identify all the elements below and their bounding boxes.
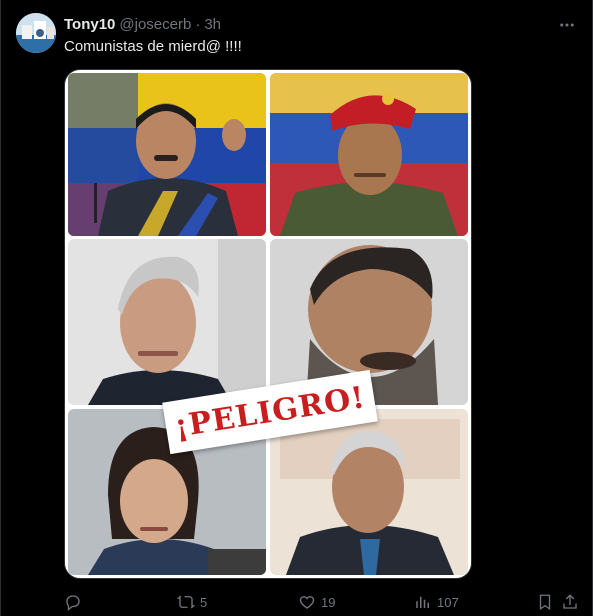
tweet-media-image[interactable]: ¡PELIGRO! — [64, 69, 472, 579]
retweet-count: 5 — [200, 594, 208, 610]
heart-icon — [299, 596, 315, 609]
share-icon — [563, 594, 577, 609]
timestamp[interactable]: 3h — [204, 16, 221, 33]
reply-icon — [66, 595, 80, 611]
photo-panel — [68, 73, 266, 236]
tweet-actions: 5 19 107 — [64, 592, 577, 612]
photo-panel — [270, 409, 468, 575]
bookmark-button[interactable] — [536, 592, 554, 612]
more-horizontal-icon[interactable] — [555, 13, 579, 37]
user-handle[interactable]: @josecerb — [119, 16, 191, 33]
like-button[interactable]: 19 — [298, 592, 335, 612]
like-count: 19 — [321, 594, 336, 610]
views-count: 107 — [437, 594, 459, 610]
share-button[interactable] — [561, 592, 579, 612]
views-button[interactable]: 107 — [414, 592, 459, 612]
display-name[interactable]: Tony10 — [64, 16, 115, 33]
separator-dot: · — [195, 15, 201, 33]
photo-panel — [270, 73, 468, 236]
retweet-icon — [177, 595, 195, 609]
tweet-header: Tony10 @josecerb · 3h — [64, 14, 577, 34]
tweet-text: Comunistas de mierd@ !!!! — [64, 38, 242, 55]
views-icon — [416, 596, 429, 608]
column-border-left — [0, 0, 1, 616]
bookmark-icon — [539, 594, 551, 611]
reply-button[interactable] — [64, 592, 82, 612]
avatar[interactable] — [16, 13, 56, 53]
retweet-button[interactable]: 5 — [177, 592, 207, 612]
photo-panel — [68, 239, 266, 405]
